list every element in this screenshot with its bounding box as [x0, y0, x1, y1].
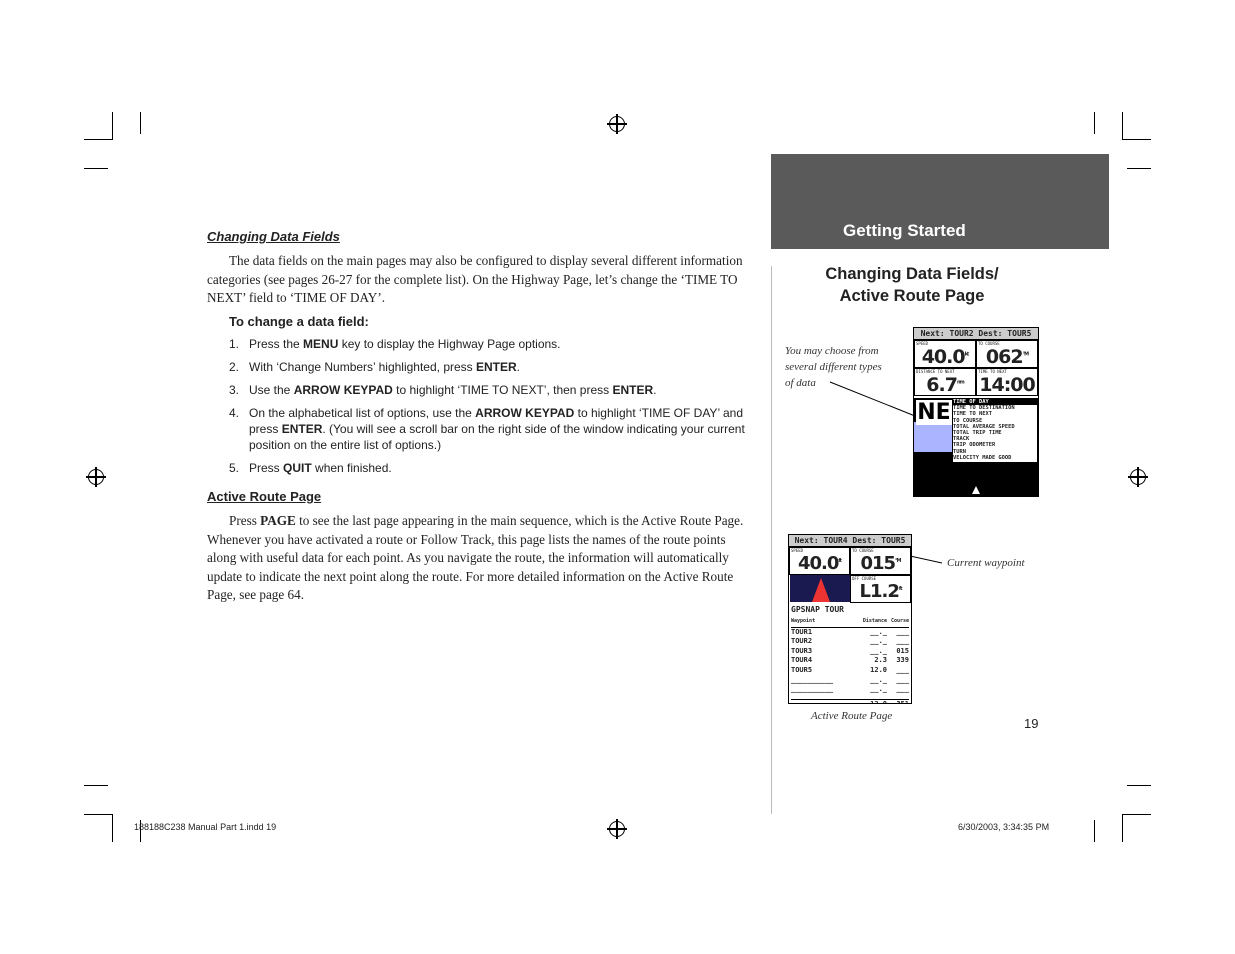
- value: 40.0: [921, 346, 966, 368]
- table-cell: __._: [870, 685, 887, 694]
- table-cell: TOUR4: [791, 656, 813, 665]
- compass-heading: NE: [916, 400, 952, 425]
- value: 062: [985, 346, 1024, 368]
- field-value: 6.7nm: [915, 374, 975, 396]
- table-cell: 015: [896, 646, 909, 655]
- field-value: 015°M: [851, 553, 910, 574]
- water-area: [914, 422, 954, 452]
- route-name: GPSNAP TOUR: [791, 605, 844, 614]
- table-cell: __._: [870, 675, 887, 684]
- table-cell: __._: [870, 646, 887, 655]
- unit: ft: [838, 558, 841, 564]
- leader-lines: [829, 381, 951, 564]
- data-field[interactable]: TO COURSE 015°M: [850, 547, 911, 575]
- highway-page-screenshot: Next: TOUR2 Dest: TOUR5 SPEED 40.0kt TO CO…: [913, 327, 1039, 497]
- table-cell: ___: [896, 675, 909, 684]
- table-cell: TOUR3: [791, 646, 813, 655]
- unit: nm: [956, 379, 965, 386]
- unit: °M: [895, 558, 902, 564]
- table-row: TOUR2 __._ ___: [791, 637, 909, 647]
- data-field[interactable]: DISTANCE TO NEXT 6.7nm: [914, 368, 976, 396]
- unit: ft: [898, 586, 902, 592]
- value: 14:00: [979, 374, 1035, 396]
- highway-mini: [790, 575, 850, 602]
- field-value: 062°M: [977, 346, 1037, 368]
- table-row: __________ __._ ___: [791, 685, 909, 695]
- table-row: TOUR1 __._ ___: [791, 628, 909, 638]
- field-value: L1.2ft: [851, 581, 910, 602]
- table-cell: TOUR5: [791, 665, 813, 674]
- table-cell: ___: [896, 627, 909, 636]
- table-cell: 12.0: [870, 665, 887, 674]
- data-field[interactable]: OFF COURSE L1.2ft: [850, 575, 911, 603]
- screen-header: Next: TOUR4 Dest: TOUR5: [789, 535, 911, 547]
- table-cell: 12.0: [870, 699, 887, 704]
- route-table: Waypoint Distance Course TOUR1 __._ ___ TOUR2 _…: [791, 617, 909, 704]
- table-row: TOUR5 12.0 ___: [791, 666, 909, 676]
- position-arrow-icon: [972, 486, 980, 494]
- table-cell: Course: [890, 618, 909, 624]
- table-row: TOUR4 2.3 339: [791, 656, 909, 666]
- field-value: 40.0kt: [915, 346, 975, 368]
- table-cell: 2.3: [874, 656, 887, 665]
- options-list[interactable]: TIME OF DAY TIME TO DESTINATION TIME TO NE…: [952, 398, 1038, 463]
- table-row: 12.0 351: [791, 698, 909, 704]
- table-cell: TOUR2: [791, 637, 813, 646]
- data-field[interactable]: TIME TO NEXT 14:00: [976, 368, 1038, 396]
- table-cell: [791, 700, 853, 703]
- table-cell: ___: [896, 685, 909, 694]
- table-row: TOUR3 __._ 015: [791, 647, 909, 657]
- footer-file: 188188C238 Manual Part 1.indd 19: [134, 822, 277, 832]
- table-cell: __________: [791, 685, 834, 694]
- table-cell: 351: [896, 699, 909, 704]
- footer-date: 6/30/2003, 3:34:35 PM: [958, 822, 1050, 832]
- table-cell: __._: [870, 627, 887, 636]
- unit: °M: [1022, 351, 1030, 358]
- table-cell: 339: [896, 656, 909, 665]
- table-cell: __._: [870, 637, 887, 646]
- value: L1.2: [859, 581, 900, 602]
- data-field[interactable]: TO COURSE 062°M: [976, 340, 1038, 368]
- table-row: __________ __._ ___: [791, 676, 909, 686]
- table-header: Waypoint Distance Course: [791, 617, 909, 628]
- active-route-screenshot: Next: TOUR4 Dest: TOUR5 SPEED 40.0ft TO CO…: [788, 534, 912, 704]
- table-cell: ___: [896, 637, 909, 646]
- data-field[interactable]: SPEED 40.0kt: [914, 340, 976, 368]
- value: 40.0: [798, 553, 839, 574]
- table-cell: Distance: [862, 618, 887, 624]
- table-cell: Waypoint: [791, 618, 816, 624]
- manual-page: Changing Data Fields The data fields on …: [0, 0, 1235, 954]
- table-cell: ___: [896, 665, 909, 674]
- table-cell: TOUR1: [791, 627, 813, 636]
- data-field[interactable]: SPEED 40.0ft: [789, 547, 850, 575]
- table-cell: __________: [791, 675, 834, 684]
- field-value: 14:00: [977, 374, 1037, 396]
- screen-header: Next: TOUR2 Dest: TOUR5: [914, 328, 1038, 340]
- field-value: 40.0ft: [790, 553, 849, 574]
- unit: kt: [964, 351, 970, 358]
- value: 015: [860, 553, 896, 574]
- value: 6.7: [926, 374, 958, 396]
- route-track: [812, 578, 830, 602]
- option-item[interactable]: VELOCITY MADE GOOD: [953, 455, 1037, 461]
